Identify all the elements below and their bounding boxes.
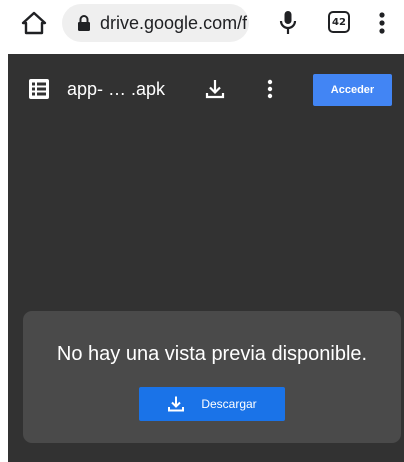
tab-switcher-button[interactable]: 42 <box>328 11 350 33</box>
browser-toolbar: drive.google.com/f 42 <box>0 0 404 46</box>
header-download-button[interactable] <box>204 78 226 100</box>
microphone-icon <box>279 11 297 34</box>
no-preview-card: No hay una vista previa disponible. Desc… <box>23 311 401 443</box>
file-name: app- … .apk <box>67 79 166 99</box>
download-button-label: Descargar <box>201 397 257 411</box>
download-button[interactable]: Descargar <box>139 387 285 421</box>
file-list-icon <box>28 78 50 100</box>
home-button[interactable] <box>20 9 48 37</box>
vertical-more-icon <box>267 79 273 99</box>
address-bar[interactable]: drive.google.com/f <box>62 4 249 42</box>
no-preview-message: No hay una vista previa disponible. <box>56 343 368 365</box>
vertical-more-icon <box>379 12 385 34</box>
home-icon <box>21 11 47 35</box>
drive-file-viewer: app- … .apk Acceder No hay una vista pre… <box>8 54 404 462</box>
voice-search-button[interactable] <box>277 9 299 37</box>
browser-menu-button[interactable] <box>374 10 390 36</box>
download-icon <box>205 80 225 99</box>
url-text: drive.google.com/f <box>100 12 248 33</box>
viewer-header: app- … .apk Acceder <box>8 54 404 128</box>
download-icon <box>167 395 185 413</box>
viewer-more-button[interactable] <box>264 78 276 100</box>
lock-icon <box>77 14 91 32</box>
signin-button[interactable]: Acceder <box>313 74 392 106</box>
